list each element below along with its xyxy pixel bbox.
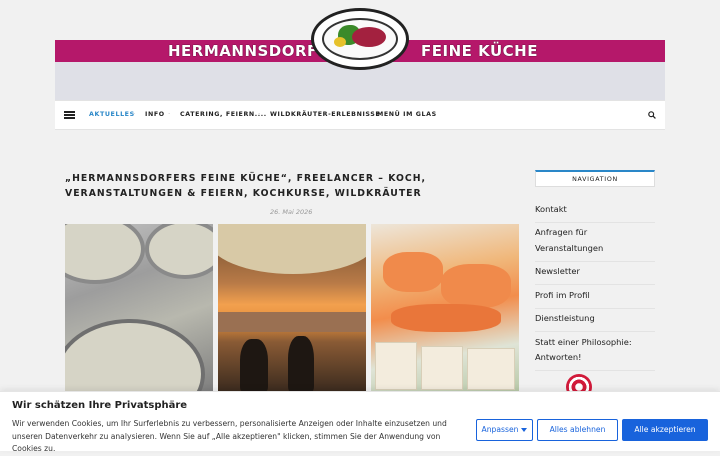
sidebar-item-dienstleistung[interactable]: Dienstleistung bbox=[535, 310, 655, 332]
search-icon[interactable] bbox=[648, 111, 656, 119]
site-header: HERMANNSDORFERS FEINE KÜCHE bbox=[55, 0, 665, 100]
photo-dumplings-pots[interactable] bbox=[65, 224, 213, 392]
nav-item-aktuelles[interactable]: AKTUELLES bbox=[89, 111, 135, 118]
cookie-accept-button[interactable]: Alle akzeptieren bbox=[622, 419, 708, 441]
photo-gallery bbox=[65, 224, 519, 392]
photo-salmon-canapes[interactable] bbox=[371, 224, 519, 392]
canape-shape bbox=[467, 348, 515, 390]
canape-shape bbox=[375, 342, 417, 390]
salmon-shape bbox=[441, 264, 511, 308]
cookie-reject-button[interactable]: Alles ablehnen bbox=[537, 419, 618, 441]
lake-shape bbox=[218, 312, 366, 332]
sidebar-heading: NAVIGATION bbox=[535, 170, 655, 187]
cookie-banner: Wir schätzen Ihre Privatsphäre Wir verwe… bbox=[0, 391, 720, 453]
site-title-right: FEINE KÜCHE bbox=[421, 42, 538, 60]
plate-beet bbox=[352, 27, 386, 47]
canape-shape bbox=[421, 346, 463, 390]
sidebar-navigation: Kontakt Anfragen für Veranstaltungen New… bbox=[535, 200, 655, 372]
plate-potato bbox=[334, 37, 346, 47]
pot-shape bbox=[65, 319, 205, 392]
pot-shape bbox=[145, 224, 213, 279]
salmon-shape bbox=[383, 252, 443, 292]
salmon-shape bbox=[391, 304, 501, 332]
nav-separator: · bbox=[258, 110, 261, 118]
musician-shape bbox=[240, 339, 268, 392]
cookie-customize-label: Anpassen bbox=[481, 425, 519, 434]
musician-shape bbox=[288, 336, 314, 392]
nav-separator: · bbox=[365, 110, 368, 118]
pot-shape bbox=[65, 224, 145, 284]
plate-logo[interactable] bbox=[311, 8, 409, 70]
main-navigation: AKTUELLES · INFO · CATERING, FEIERN.... … bbox=[55, 100, 665, 130]
sidebar-item-anfragen[interactable]: Anfragen für Veranstaltungen bbox=[535, 224, 655, 262]
cookie-title: Wir schätzen Ihre Privatsphäre bbox=[12, 400, 188, 411]
post-title[interactable]: „HERMANNSDORFERS FEINE KÜCHE“, FREELANCE… bbox=[65, 171, 505, 201]
caret-down-icon bbox=[521, 428, 528, 432]
hamburger-icon[interactable] bbox=[64, 111, 75, 119]
nav-separator: · bbox=[133, 110, 136, 118]
sidebar-item-newsletter[interactable]: Newsletter bbox=[535, 263, 655, 285]
sidebar-item-kontakt[interactable]: Kontakt bbox=[535, 200, 655, 223]
nav-item-menue-im-glas[interactable]: MENÜ IM GLAS bbox=[377, 111, 437, 118]
nav-item-catering[interactable]: CATERING, FEIERN.... bbox=[180, 111, 267, 118]
cookie-customize-button[interactable]: Anpassen bbox=[476, 419, 533, 441]
nav-separator: · bbox=[168, 110, 171, 118]
post-date: 26. Mai 2026 bbox=[270, 208, 313, 216]
nav-item-wildkraeuter[interactable]: WILDKRÄUTER-ERLEBNISSE bbox=[270, 111, 380, 118]
sidebar-item-profi[interactable]: Profi im Profil bbox=[535, 286, 655, 309]
nav-item-info[interactable]: INFO bbox=[145, 111, 165, 118]
photo-sunset-musicians[interactable] bbox=[218, 224, 366, 392]
umbrella-shape bbox=[218, 224, 366, 274]
sidebar-item-philosophie[interactable]: Statt einer Philosophie: Antworten! bbox=[535, 333, 655, 371]
